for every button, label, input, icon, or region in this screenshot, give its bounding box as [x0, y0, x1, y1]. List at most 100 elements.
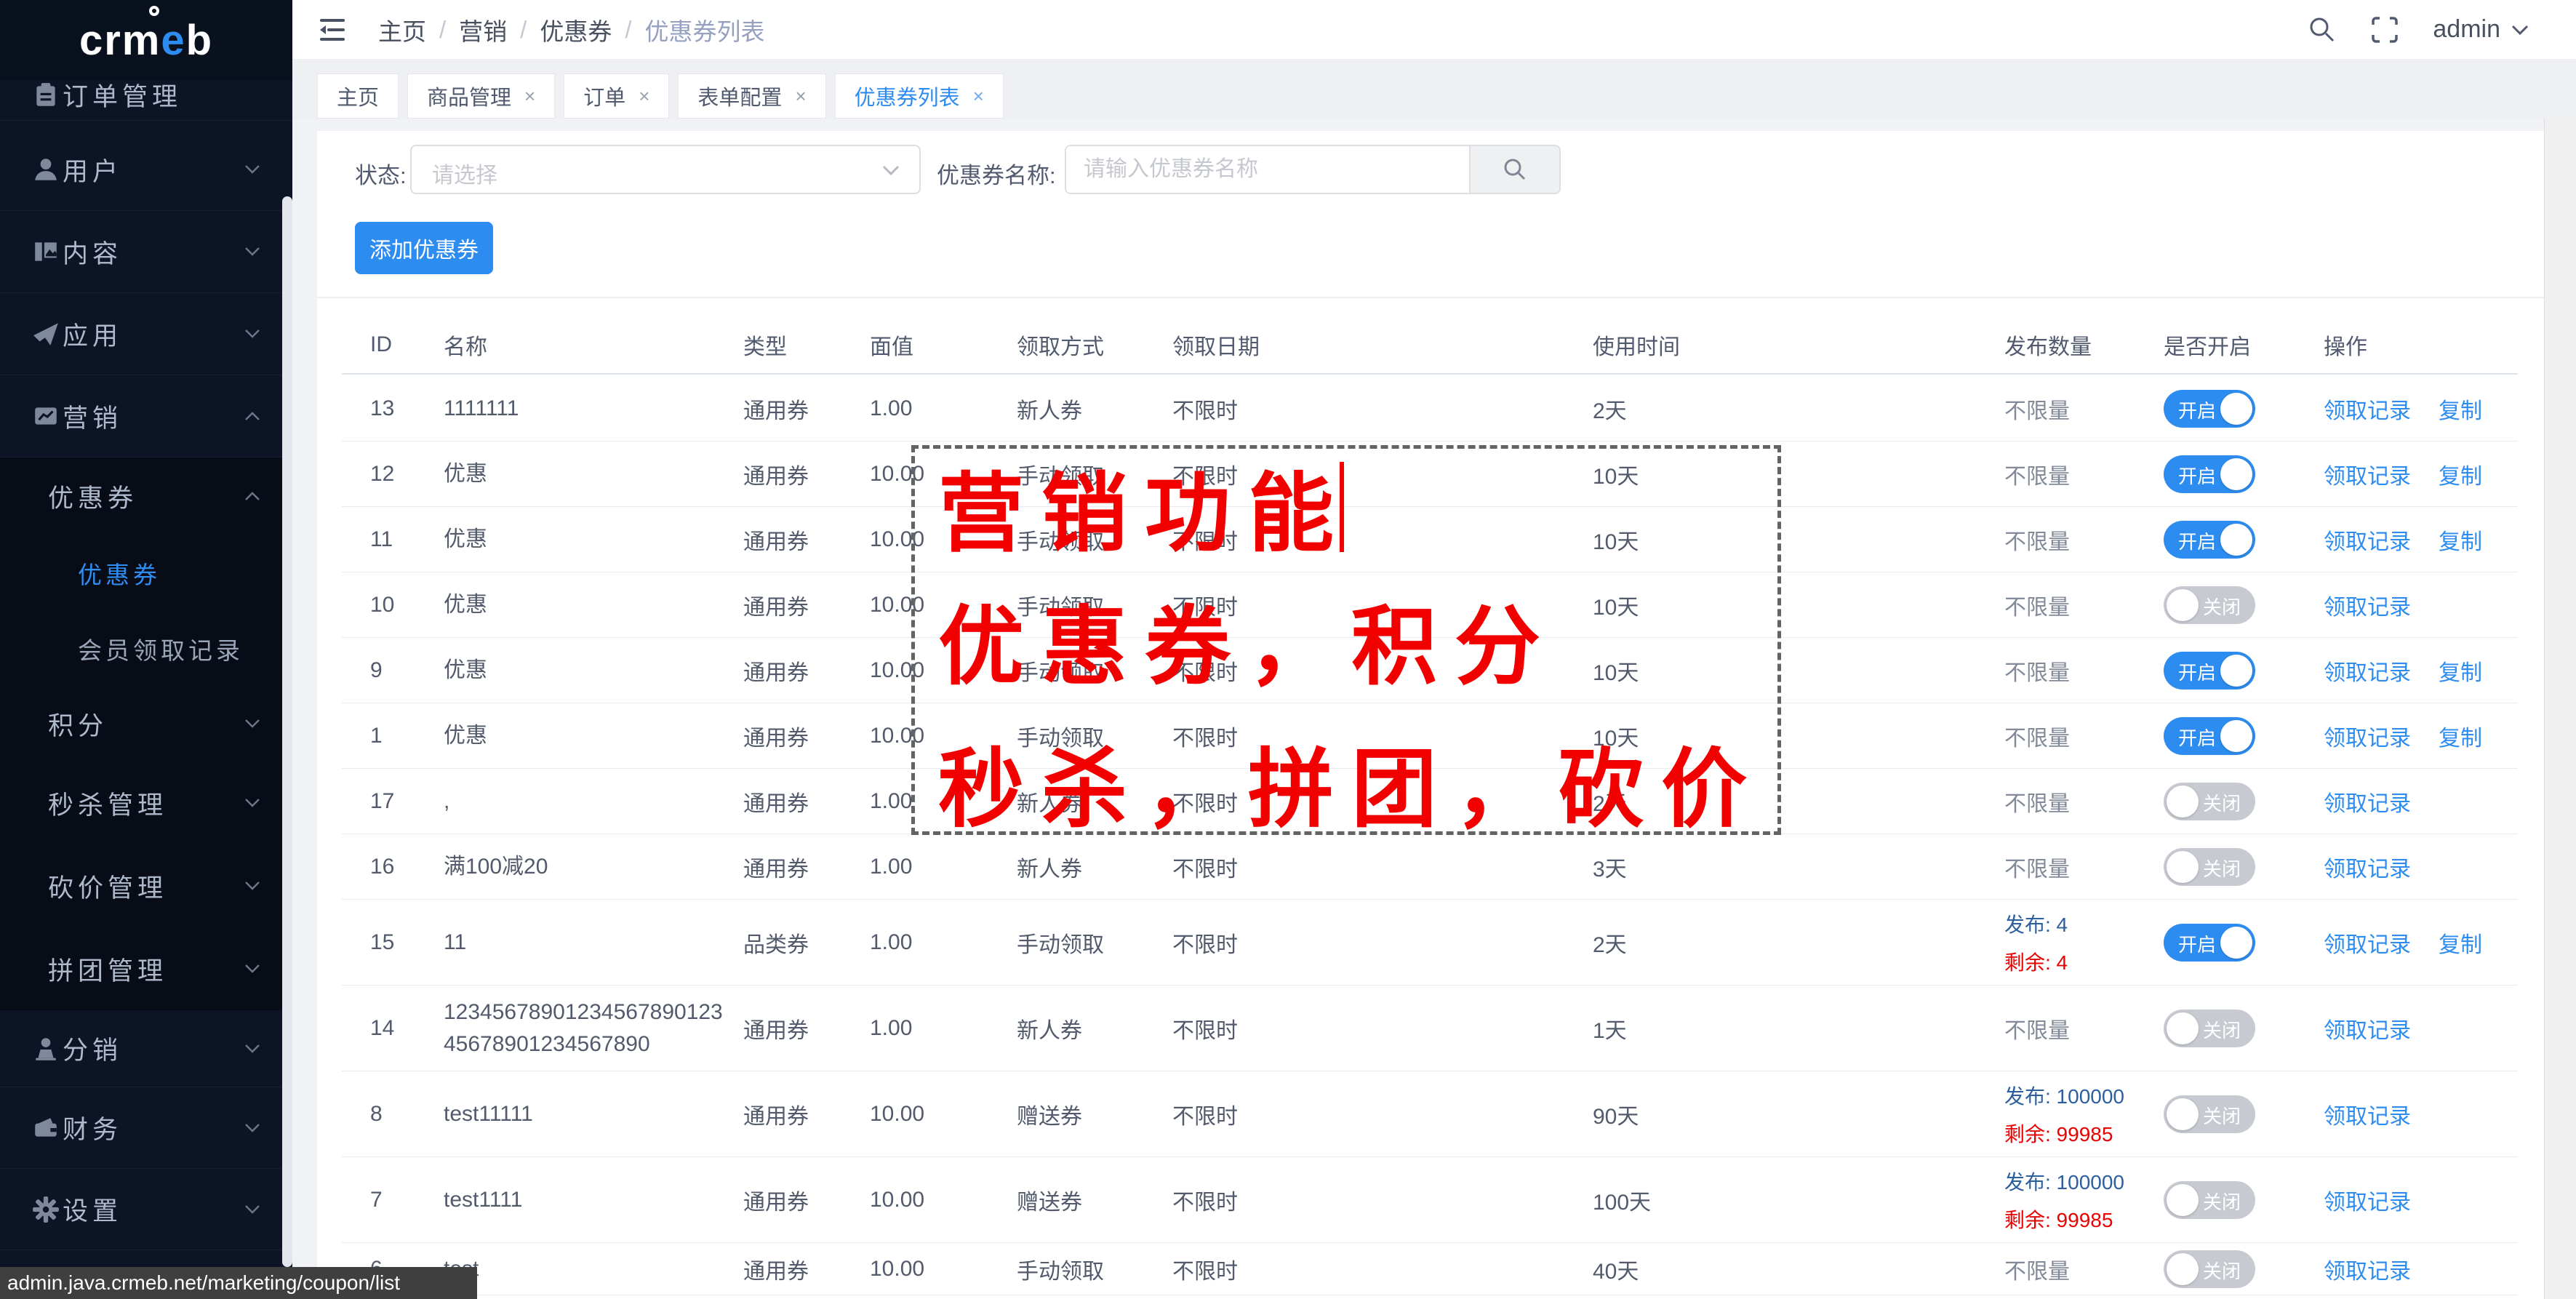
- close-icon[interactable]: ×: [795, 85, 806, 108]
- enable-toggle[interactable]: 开启: [2164, 390, 2255, 428]
- sidebar-item-会员领取记录[interactable]: 会员领取记录: [0, 612, 292, 686]
- action-link-领取记录[interactable]: 领取记录: [2324, 524, 2411, 556]
- enable-toggle[interactable]: 开启: [2164, 455, 2255, 493]
- sidebar-item-设置[interactable]: 设置: [0, 1169, 292, 1250]
- sidebar-item-秒杀管理[interactable]: 秒杀管理: [0, 762, 292, 844]
- sidebar-item-内容[interactable]: 内容: [0, 211, 292, 293]
- toggle-label: 开启: [2178, 527, 2216, 554]
- enable-toggle[interactable]: 关闭: [2164, 1010, 2255, 1047]
- sidebar-item-用户[interactable]: 用户: [0, 129, 292, 211]
- table-row-coupon-15: 1511品类券1.00手动领取不限时2天发布: 4剩余: 4开启领取记录复制: [342, 900, 2518, 986]
- tabbar: 主页商品管理×订单×表单配置×优惠券列表×: [292, 59, 2576, 119]
- close-icon[interactable]: ×: [639, 85, 649, 108]
- tab-商品管理[interactable]: 商品管理×: [407, 73, 555, 119]
- search-icon: [1502, 156, 1528, 183]
- enable-toggle[interactable]: 关闭: [2164, 1095, 2255, 1133]
- status-select[interactable]: 请选择: [410, 145, 921, 194]
- cell-quantity: 不限量: [2004, 655, 2070, 687]
- chevron-down-icon: [244, 164, 260, 175]
- table-row-coupon-7: 7test1111通用券10.00赠送券不限时100天发布: 100000剩余:…: [342, 1157, 2518, 1243]
- remain-count: 剩余: 4: [2004, 947, 2068, 976]
- admin-menu[interactable]: admin: [2433, 15, 2529, 44]
- action-link-领取记录[interactable]: 领取记录: [2324, 786, 2411, 818]
- order-icon: [32, 81, 60, 109]
- sidebar-item-优惠券[interactable]: 优惠券: [0, 535, 292, 612]
- menu-fold-icon[interactable]: [317, 15, 348, 45]
- action-link-领取记录[interactable]: 领取记录: [2324, 1184, 2411, 1216]
- sidebar-item-label: 优惠券: [78, 556, 161, 591]
- column-header-操作: 操作: [2324, 329, 2367, 361]
- sidebar-item-分销[interactable]: 分销: [0, 1010, 292, 1087]
- cell-use-time: 40天: [1593, 1253, 1639, 1285]
- action-link-复制[interactable]: 复制: [2439, 655, 2482, 687]
- breadcrumb-separator: /: [520, 16, 527, 44]
- sidebar-item-label: 设置: [63, 1191, 122, 1228]
- breadcrumb-marketing[interactable]: 营销: [459, 12, 507, 47]
- enable-toggle[interactable]: 开启: [2164, 652, 2255, 690]
- page-scrollbar[interactable]: [2544, 119, 2576, 1299]
- action-link-领取记录[interactable]: 领取记录: [2324, 1098, 2411, 1130]
- tab-label: 表单配置: [697, 81, 782, 111]
- cell-value: 10.00: [870, 1102, 924, 1127]
- cell-type: 通用券: [743, 1184, 809, 1216]
- sidebar-item-拼团管理[interactable]: 拼团管理: [0, 927, 292, 1010]
- action-link-复制[interactable]: 复制: [2439, 393, 2482, 425]
- tab-表单配置[interactable]: 表单配置 ×: [678, 73, 825, 119]
- row-actions: 领取记录: [2324, 1098, 2411, 1130]
- sidebar-item-优惠券[interactable]: 优惠券: [0, 457, 292, 535]
- enable-toggle[interactable]: 开启: [2164, 924, 2255, 962]
- cell-name: ,: [444, 786, 735, 818]
- action-link-领取记录[interactable]: 领取记录: [2324, 393, 2411, 425]
- enable-toggle[interactable]: 开启: [2164, 717, 2255, 755]
- breadcrumb-coupon[interactable]: 优惠券: [540, 12, 612, 47]
- add-coupon-button[interactable]: 添加优惠券: [355, 222, 493, 274]
- coupon-name-input[interactable]: [1066, 146, 1471, 193]
- tab-主页[interactable]: 主页: [317, 73, 399, 119]
- column-header-ID: ID: [370, 332, 392, 357]
- enable-toggle[interactable]: 关闭: [2164, 1250, 2255, 1288]
- cell-quantity: 不限量: [2004, 720, 2070, 752]
- sidebar-scrollbar[interactable]: [282, 196, 292, 1267]
- action-link-领取记录[interactable]: 领取记录: [2324, 851, 2411, 883]
- sidebar-item-积分[interactable]: 积分: [0, 686, 292, 762]
- action-link-复制[interactable]: 复制: [2439, 927, 2482, 959]
- toggle-knob: [2220, 655, 2252, 687]
- action-link-领取记录[interactable]: 领取记录: [2324, 655, 2411, 687]
- close-icon[interactable]: ×: [524, 85, 535, 108]
- action-link-复制[interactable]: 复制: [2439, 720, 2482, 752]
- action-link-领取记录[interactable]: 领取记录: [2324, 927, 2411, 959]
- tab-订单[interactable]: 订单×: [564, 73, 669, 119]
- cell-name: 11: [444, 927, 735, 959]
- enable-toggle[interactable]: 关闭: [2164, 586, 2255, 624]
- action-link-复制[interactable]: 复制: [2439, 524, 2482, 556]
- action-link-复制[interactable]: 复制: [2439, 458, 2482, 490]
- sidebar-item-财务[interactable]: 财务: [0, 1087, 292, 1169]
- search-icon[interactable]: [2308, 15, 2337, 44]
- action-link-领取记录[interactable]: 领取记录: [2324, 1253, 2411, 1285]
- sidebar-item-砍价管理[interactable]: 砍价管理: [0, 844, 292, 927]
- enable-toggle[interactable]: 开启: [2164, 521, 2255, 559]
- sidebar-item-应用[interactable]: 应用: [0, 293, 292, 375]
- cell-type: 通用券: [743, 589, 809, 621]
- enable-toggle[interactable]: 关闭: [2164, 1181, 2255, 1219]
- breadcrumb-home[interactable]: 主页: [378, 12, 426, 47]
- toggle-label: 关闭: [2203, 1257, 2241, 1284]
- cell-use-time: 2天: [1593, 927, 1627, 959]
- tab-优惠券列表[interactable]: 优惠券列表×: [835, 73, 1004, 119]
- action-link-领取记录[interactable]: 领取记录: [2324, 458, 2411, 490]
- cell-value: 1.00: [870, 1016, 912, 1041]
- cell-name: 优惠: [444, 589, 735, 621]
- search-button[interactable]: [1469, 146, 1559, 193]
- chevron-down-icon: [244, 718, 260, 730]
- action-link-领取记录[interactable]: 领取记录: [2324, 1012, 2411, 1044]
- close-icon[interactable]: ×: [973, 85, 984, 108]
- action-link-领取记录[interactable]: 领取记录: [2324, 589, 2411, 621]
- cell-type: 品类券: [743, 927, 809, 959]
- sidebar-item-营销[interactable]: 营销: [0, 375, 292, 457]
- coupon-name-filter-label: 优惠券名称:: [937, 157, 1056, 190]
- cell-value: 1.00: [870, 789, 912, 814]
- fullscreen-icon[interactable]: [2370, 15, 2399, 44]
- enable-toggle[interactable]: 关闭: [2164, 783, 2255, 820]
- enable-toggle[interactable]: 关闭: [2164, 848, 2255, 886]
- action-link-领取记录[interactable]: 领取记录: [2324, 720, 2411, 752]
